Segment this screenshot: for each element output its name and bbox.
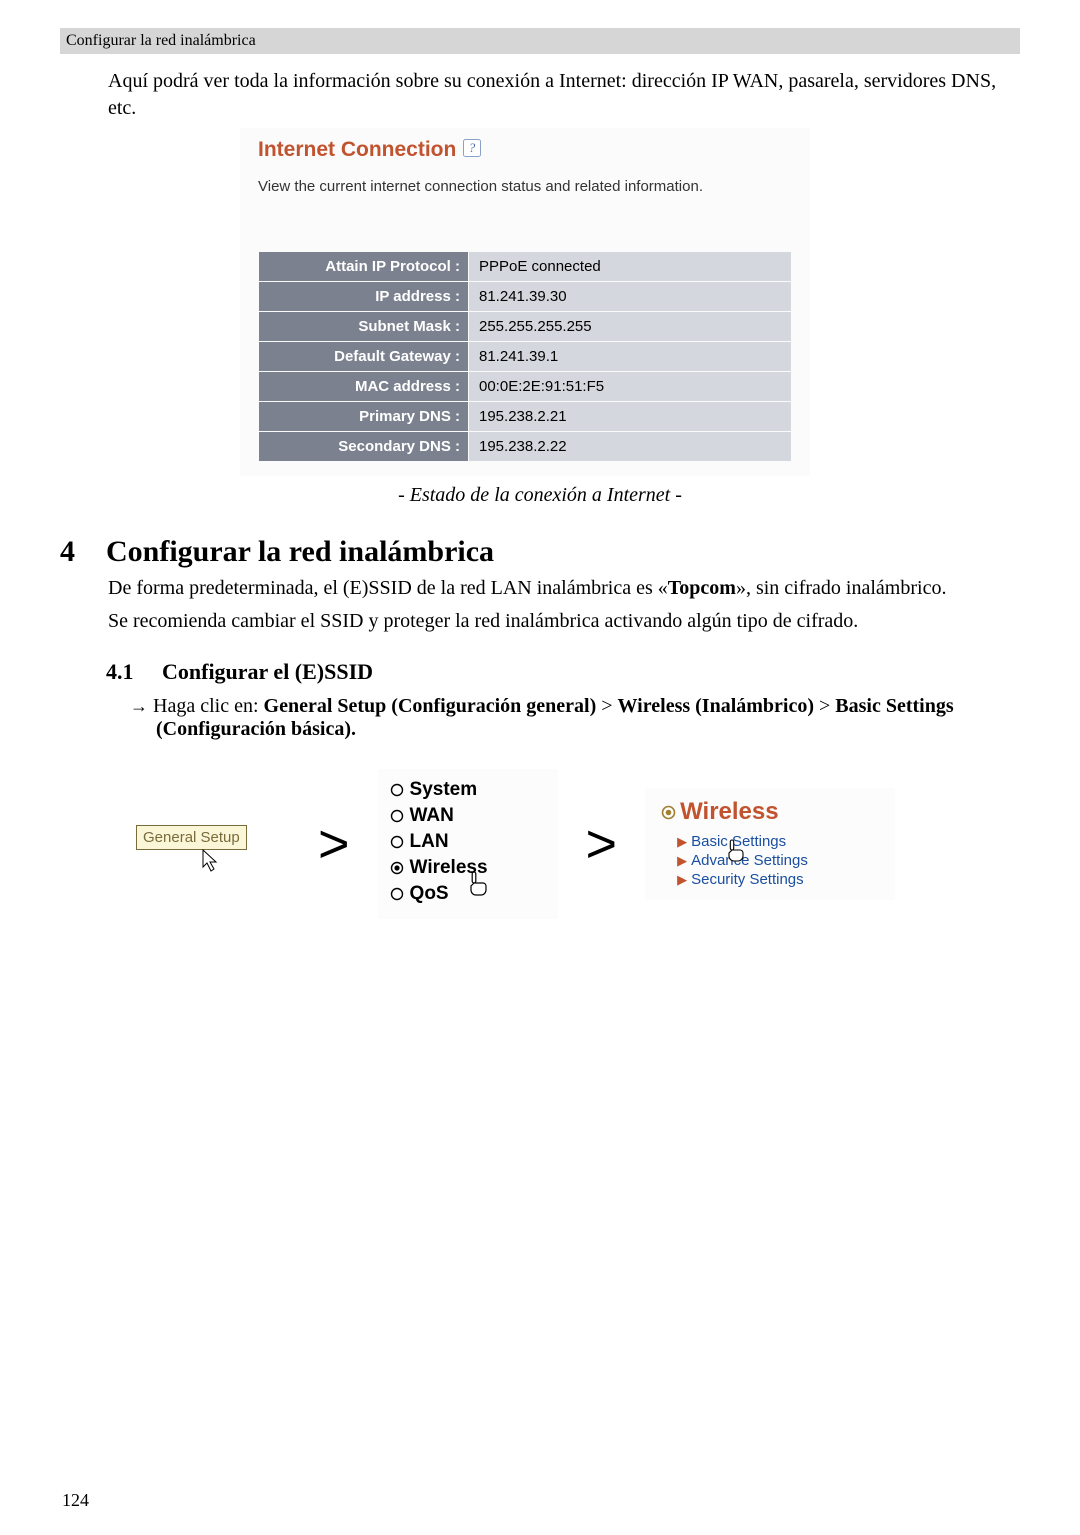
triangle-icon: ▶ <box>677 834 687 849</box>
subsection-41-heading: 4.1Configurar el (E)SSID <box>106 659 1020 685</box>
subsection-number: 4.1 <box>106 659 162 685</box>
radio-checked-icon <box>390 859 404 881</box>
row-label: Default Gateway : <box>259 342 469 372</box>
main-menu-block: System WAN LAN Wireless QoS <box>378 769 558 919</box>
table-row: Attain IP Protocol :PPPoE connected <box>259 252 792 282</box>
row-value: 81.241.39.1 <box>469 342 792 372</box>
connection-table: Attain IP Protocol :PPPoE connectedIP ad… <box>258 251 792 462</box>
section-title: Configurar la red inalámbrica <box>106 535 494 568</box>
table-row: MAC address :00:0E:2E:91:51:F5 <box>259 372 792 402</box>
radio-unchecked-icon <box>390 807 404 829</box>
chevron-right-icon: > <box>586 817 618 871</box>
row-value: 195.238.2.21 <box>469 402 792 432</box>
cursor-arrow-icon <box>202 849 222 881</box>
row-label: Secondary DNS : <box>259 432 469 462</box>
radio-unchecked-icon <box>390 833 404 855</box>
section-number: 4 <box>60 535 106 569</box>
row-label: MAC address : <box>259 372 469 402</box>
submenu-item-advance[interactable]: ▶Advance Settings <box>677 852 885 869</box>
menu-item-lan[interactable]: LAN <box>390 831 546 855</box>
row-value: 81.241.39.30 <box>469 282 792 312</box>
table-row: IP address :81.241.39.30 <box>259 282 792 312</box>
submenu-item-security[interactable]: ▶Security Settings <box>677 871 885 888</box>
panel-title: Internet Connection <box>258 138 456 162</box>
internet-connection-panel: Internet Connection ? View the current i… <box>240 128 810 476</box>
table-row: Default Gateway :81.241.39.1 <box>259 342 792 372</box>
row-label: Subnet Mask : <box>259 312 469 342</box>
breadcrumb: Configurar la red inalámbrica <box>60 28 1020 54</box>
row-label: Primary DNS : <box>259 402 469 432</box>
row-value: PPPoE connected <box>469 252 792 282</box>
radio-checked-icon <box>661 799 676 826</box>
page-number: 124 <box>62 1490 89 1511</box>
section4-paragraph-2: Se recomienda cambiar el SSID y proteger… <box>108 608 1020 635</box>
triangle-icon: ▶ <box>677 872 687 887</box>
table-row: Subnet Mask :255.255.255.255 <box>259 312 792 342</box>
chevron-right-icon: > <box>318 817 350 871</box>
help-icon[interactable]: ? <box>463 139 481 163</box>
svg-text:?: ? <box>469 140 476 155</box>
wireless-submenu-block: Wireless ▶Basic Settings ▶Advance Settin… <box>645 788 895 900</box>
radio-unchecked-icon <box>390 781 404 803</box>
radio-unchecked-icon <box>390 885 404 907</box>
wireless-submenu-title: Wireless <box>661 798 885 827</box>
row-value: 00:0E:2E:91:51:F5 <box>469 372 792 402</box>
triangle-icon: ▶ <box>677 853 687 868</box>
menu-item-wireless[interactable]: Wireless <box>390 857 546 881</box>
row-label: IP address : <box>259 282 469 312</box>
row-value: 255.255.255.255 <box>469 312 792 342</box>
menu-item-wan[interactable]: WAN <box>390 805 546 829</box>
section4-paragraph-1: De forma predeterminada, el (E)SSID de l… <box>108 575 1020 602</box>
wireless-submenu-list: ▶Basic Settings ▶Advance Settings ▶Secur… <box>677 833 885 888</box>
navigation-flow: General Setup > System WAN LAN Wireless <box>110 769 1020 919</box>
panel-description: View the current internet connection sta… <box>258 178 792 195</box>
panel-caption: - Estado de la conexión a Internet - <box>60 484 1020 507</box>
intro-paragraph: Aquí podrá ver toda la información sobre… <box>108 68 1020 122</box>
general-setup-tab[interactable]: General Setup <box>136 825 247 850</box>
table-row: Secondary DNS :195.238.2.22 <box>259 432 792 462</box>
row-label: Attain IP Protocol : <box>259 252 469 282</box>
section-4-heading: 4Configurar la red inalámbrica <box>60 535 1020 569</box>
subsection-title: Configurar el (E)SSID <box>162 659 373 684</box>
instruction-bullet: → Haga clic en: General Setup (Configura… <box>130 695 1020 741</box>
submenu-item-basic[interactable]: ▶Basic Settings <box>677 833 885 850</box>
hand-cursor-icon <box>725 839 745 867</box>
row-value: 195.238.2.22 <box>469 432 792 462</box>
menu-item-system[interactable]: System <box>390 779 546 803</box>
hand-cursor-icon <box>466 871 488 903</box>
arrow-icon: → <box>130 696 153 716</box>
general-setup-screenshot: General Setup <box>110 799 290 889</box>
table-row: Primary DNS :195.238.2.21 <box>259 402 792 432</box>
